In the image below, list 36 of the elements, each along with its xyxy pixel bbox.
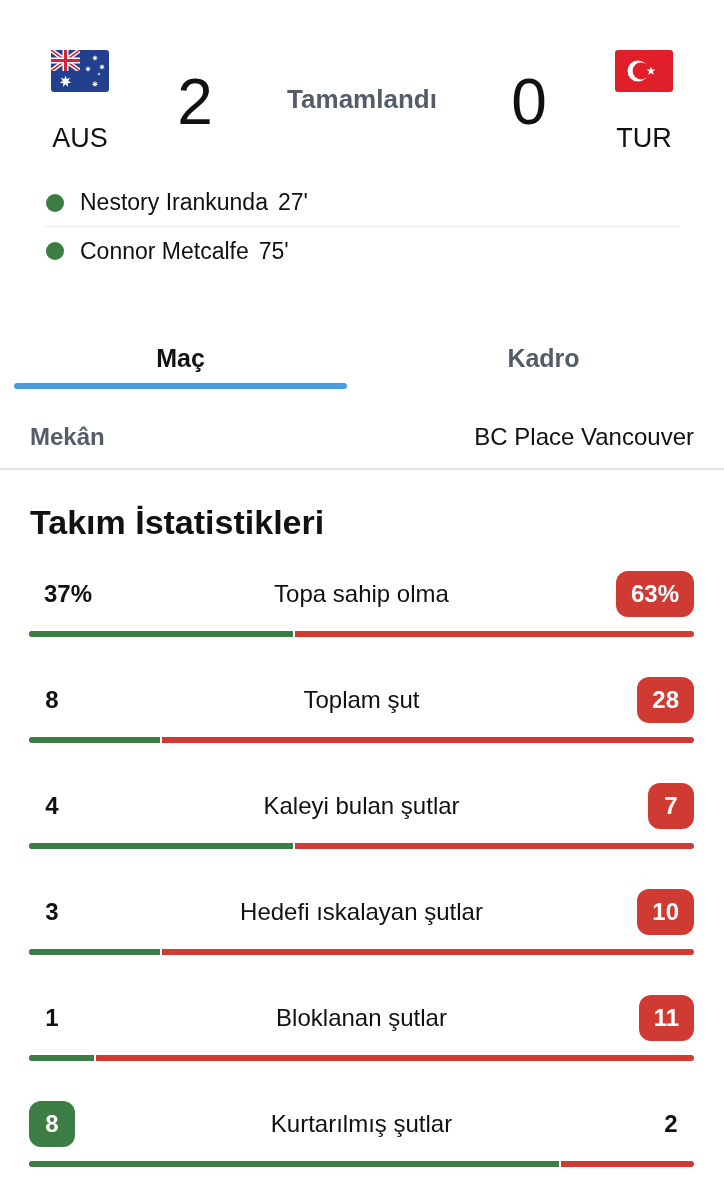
stat-value: 11 (638, 995, 694, 1041)
stat-value: 2 (663, 1109, 679, 1139)
venue-name: BC Place Vancouver (474, 423, 694, 451)
tab[interactable]: Maç (14, 323, 347, 389)
score: 0 (511, 70, 547, 134)
score: 2 (177, 70, 213, 134)
goal-scorer: Connor Metcalfe (80, 237, 249, 265)
stat-label: Kaleyi bulan şutlar (263, 792, 460, 820)
flag-icon (615, 50, 673, 92)
stat-value: 8 (44, 685, 60, 715)
stat-label: Topa sahip olma (274, 580, 449, 608)
flag-icon (51, 50, 109, 92)
tab[interactable]: Kadro (377, 323, 710, 389)
stat-label: Kurtarılmış şutlar (270, 1110, 453, 1138)
goal-minute: 75' (258, 237, 289, 265)
stat-value: 1 (44, 1003, 60, 1033)
venue-label: Mekân (30, 423, 105, 451)
stat-label: Bloklanan şutlar (276, 1004, 447, 1032)
team-code: AUS (52, 122, 108, 154)
stat-value: 4 (44, 791, 60, 821)
stat-value: 28 (637, 677, 694, 723)
stat-label: Toplam şut (303, 686, 420, 714)
stat-value: 37% (43, 579, 94, 609)
match-status: Tamamlandı (287, 83, 437, 115)
stat-value: 3 (44, 897, 60, 927)
section-title: Takım İstatistikleri (29, 502, 326, 542)
goal-minute: 27' (277, 189, 308, 216)
stat-label: Hedefi ıskalayan şutlar (240, 898, 483, 926)
stat-value: 63% (615, 571, 694, 617)
dot-icon (46, 193, 64, 212)
stat-value: 10 (637, 889, 694, 935)
stat-value: 7 (648, 783, 694, 829)
stat-value: 8 (29, 1101, 75, 1147)
goal-scorer: Nestory Irankunda (80, 189, 268, 216)
dot-icon (46, 242, 64, 260)
team-code: TUR (616, 122, 672, 154)
